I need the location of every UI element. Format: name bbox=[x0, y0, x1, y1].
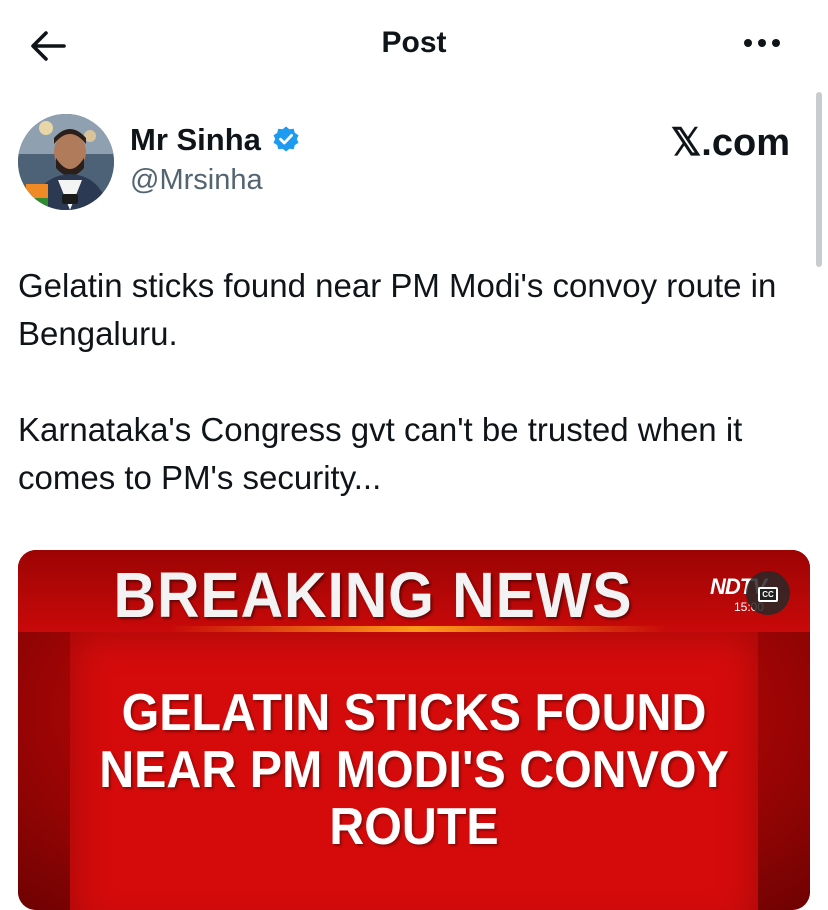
avatar-image bbox=[18, 114, 114, 210]
more-options-button[interactable] bbox=[744, 36, 784, 52]
x-watermark: 𝕏.com bbox=[670, 122, 790, 164]
post-media-video[interactable]: BREAKING NEWS NDTV 15:00 CC GELATIN STIC… bbox=[18, 550, 810, 910]
breaking-news-banner: BREAKING NEWS bbox=[113, 559, 633, 631]
avatar[interactable] bbox=[18, 114, 114, 210]
page-title: Post bbox=[381, 26, 447, 59]
post-paragraph: Gelatin sticks found near PM Modi's conv… bbox=[18, 267, 777, 352]
captions-button[interactable]: CC bbox=[746, 571, 790, 615]
author-handle[interactable]: @Mrsinha bbox=[130, 164, 263, 197]
media-headline: GELATIN STICKS FOUND NEAR PM MODI'S CONV… bbox=[99, 684, 729, 856]
scrollbar[interactable] bbox=[816, 92, 822, 267]
top-bar: Post bbox=[0, 0, 828, 90]
author-name[interactable]: Mr Sinha bbox=[130, 122, 261, 158]
post-paragraph: Karnataka's Congress gvt can't be truste… bbox=[18, 411, 743, 496]
post-text: Gelatin sticks found near PM Modi's conv… bbox=[18, 262, 808, 502]
closed-captions-icon: CC bbox=[758, 587, 778, 602]
verified-badge-icon bbox=[273, 126, 299, 152]
